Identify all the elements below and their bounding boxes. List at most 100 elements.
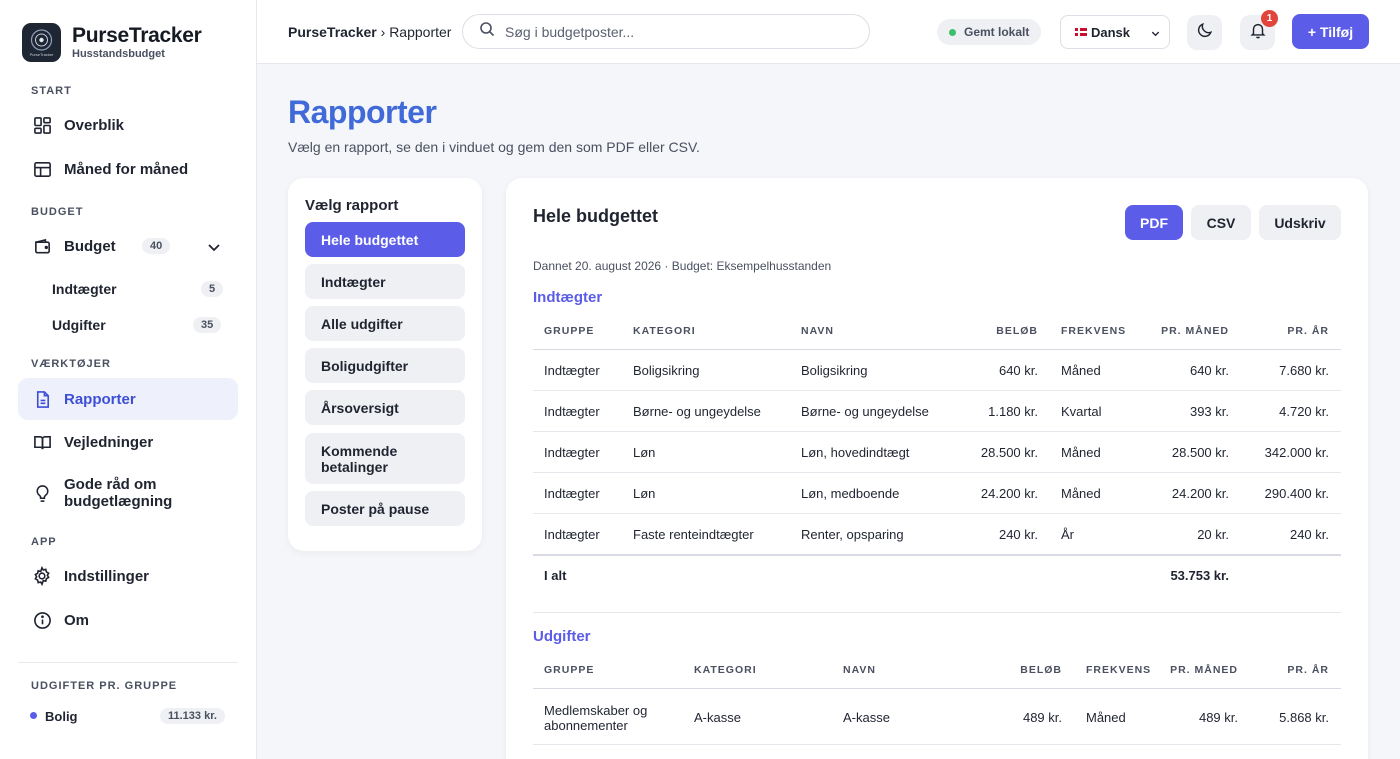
cell-name: Renter, opsparing bbox=[801, 527, 904, 542]
cell-per-month: 20 kr. bbox=[1197, 527, 1229, 542]
chevron-down-icon bbox=[1150, 27, 1161, 42]
cell-frequency: Måned bbox=[1061, 363, 1101, 378]
moon-icon bbox=[1196, 21, 1214, 44]
grid-icon bbox=[32, 115, 52, 135]
report-option-income[interactable]: Indtægter bbox=[305, 264, 465, 299]
cell-name: Boligsikring bbox=[801, 363, 868, 378]
income-count-badge: 5 bbox=[201, 281, 224, 297]
income-section-heading: Indtægter bbox=[533, 289, 603, 306]
theme-toggle-button[interactable] bbox=[1187, 15, 1222, 50]
report-option-upcoming[interactable]: Kommende betalinger bbox=[305, 433, 465, 484]
column-header: KATEGORI bbox=[694, 664, 757, 676]
sidebar-item-label: Indstillinger bbox=[64, 567, 150, 585]
gear-icon bbox=[32, 566, 52, 586]
sidebar-subitem-expenses[interactable]: Udgifter bbox=[52, 317, 106, 333]
table-divider bbox=[533, 472, 1341, 473]
column-header: PR. MÅNED bbox=[1161, 325, 1229, 337]
sidebar-item-label: Budget bbox=[64, 237, 116, 255]
cell-name: Løn, medboende bbox=[801, 486, 900, 501]
report-option-paused[interactable]: Poster på pause bbox=[305, 491, 465, 526]
section-groups: UDGIFTER PR. GRUPPE bbox=[31, 680, 178, 692]
cell-group: Indtægter bbox=[544, 445, 600, 460]
table-divider bbox=[533, 513, 1341, 514]
cell-per-year: 4.720 kr. bbox=[1279, 404, 1329, 419]
wallet-icon bbox=[32, 236, 52, 256]
sidebar-item-tips[interactable]: Gode råd om budgetlægning bbox=[18, 472, 238, 514]
cell-category: Løn bbox=[633, 445, 656, 460]
danish-flag-icon bbox=[1075, 28, 1087, 36]
sidebar-item-label: Måned for måned bbox=[64, 160, 189, 178]
report-option-full-budget[interactable]: Hele budgettet bbox=[305, 222, 465, 257]
report-option-all-expenses[interactable]: Alle udgifter bbox=[305, 306, 465, 341]
sidebar-item-monthly[interactable]: Måned for måned bbox=[18, 148, 238, 190]
table-divider bbox=[533, 431, 1341, 432]
report-picker: Vælg rapport Hele budgettet Indtægter Al… bbox=[288, 178, 482, 551]
cell-category: Faste renteindtægter bbox=[633, 527, 754, 542]
saved-status-text: Gemt lokalt bbox=[964, 25, 1030, 39]
column-header: GRUPPE bbox=[544, 325, 595, 337]
sidebar-subitem-income[interactable]: Indtægter bbox=[52, 281, 117, 297]
cell-frequency: Måned bbox=[1061, 445, 1101, 460]
cell-amount: 28.500 kr. bbox=[980, 445, 1038, 460]
document-icon bbox=[32, 389, 52, 409]
expenses-section-heading: Udgifter bbox=[533, 628, 591, 645]
table-icon bbox=[32, 159, 52, 179]
sidebar-item-label: Vejledninger bbox=[64, 433, 154, 451]
cell-amount: 240 kr. bbox=[998, 527, 1038, 542]
cell-per-year: 240 kr. bbox=[1289, 527, 1329, 542]
report-panel: Hele budgettet PDF CSV Udskriv Dannet 20… bbox=[506, 178, 1368, 759]
column-header: FREKVENS bbox=[1061, 325, 1127, 337]
report-picker-title: Vælg rapport bbox=[305, 197, 399, 214]
report-title: Hele budgettet bbox=[533, 206, 659, 226]
report-option-year[interactable]: Årsoversigt bbox=[305, 390, 465, 425]
app-logo: PurseTracker bbox=[22, 23, 61, 62]
chevron-down-icon[interactable] bbox=[206, 239, 222, 260]
sidebar-item-budget[interactable]: Budget bbox=[18, 225, 238, 267]
section-divider bbox=[533, 612, 1341, 613]
search-box[interactable] bbox=[462, 14, 870, 49]
table-divider bbox=[533, 554, 1341, 556]
cell-per-year: 342.000 kr. bbox=[1264, 445, 1329, 460]
sidebar-item-overview[interactable]: Overblik bbox=[18, 104, 238, 146]
brand[interactable]: PurseTracker PurseTracker Husstandsbudge… bbox=[22, 23, 202, 62]
column-header: PR. ÅR bbox=[1287, 325, 1329, 337]
search-icon bbox=[479, 21, 495, 42]
csv-button[interactable]: CSV bbox=[1191, 205, 1251, 240]
add-button[interactable]: + Tilføj bbox=[1292, 14, 1369, 49]
sidebar-item-guides[interactable]: Vejledninger bbox=[18, 421, 238, 463]
sidebar-item-label: Overblik bbox=[64, 116, 125, 134]
breadcrumb-separator: › bbox=[376, 24, 390, 40]
group-color-dot bbox=[30, 712, 37, 719]
language-select[interactable]: Dansk bbox=[1060, 15, 1170, 49]
page-title: Rapporter bbox=[288, 94, 437, 130]
cell-group: Medlemskaber og abonnementer bbox=[544, 703, 648, 733]
cell-category: Løn bbox=[633, 486, 656, 501]
cell-name: Løn, hovedindtægt bbox=[801, 445, 910, 460]
search-input[interactable] bbox=[505, 23, 845, 40]
expenses-count-badge: 35 bbox=[193, 317, 222, 333]
print-button[interactable]: Udskriv bbox=[1259, 205, 1341, 240]
sidebar-item-reports[interactable]: Rapporter bbox=[18, 378, 238, 420]
book-icon bbox=[32, 432, 52, 452]
cell-per-month: 489 kr. bbox=[1198, 710, 1238, 725]
sidebar-item-settings[interactable]: Indstillinger bbox=[18, 555, 238, 597]
column-header: BELØB bbox=[1020, 664, 1062, 676]
cell-name: Børne- og ungeydelse bbox=[801, 404, 929, 419]
table-divider bbox=[533, 349, 1341, 350]
budget-count-badge: 40 bbox=[142, 238, 171, 254]
sidebar-item-about[interactable]: Om bbox=[18, 599, 238, 641]
cell-name: A-kasse bbox=[843, 710, 890, 725]
sidebar-item-label: Gode råd om budgetlægning bbox=[64, 476, 173, 510]
cell-amount: 24.200 kr. bbox=[980, 486, 1038, 501]
cell-category: Børne- og ungeydelse bbox=[633, 404, 761, 419]
breadcrumb-root[interactable]: PurseTracker bbox=[288, 24, 377, 40]
report-option-housing[interactable]: Boligudgifter bbox=[305, 348, 465, 383]
table-divider bbox=[533, 390, 1341, 391]
cell-group: Indtægter bbox=[544, 363, 600, 378]
language-value: Dansk bbox=[1091, 24, 1131, 40]
breadcrumb: PurseTracker › Rapporter bbox=[288, 24, 451, 40]
group-name[interactable]: Bolig bbox=[45, 709, 78, 724]
report-meta: Dannet 20. august 2026 · Budget: Eksempe… bbox=[533, 259, 832, 273]
cell-frequency: År bbox=[1061, 527, 1074, 542]
pdf-button[interactable]: PDF bbox=[1125, 205, 1183, 240]
